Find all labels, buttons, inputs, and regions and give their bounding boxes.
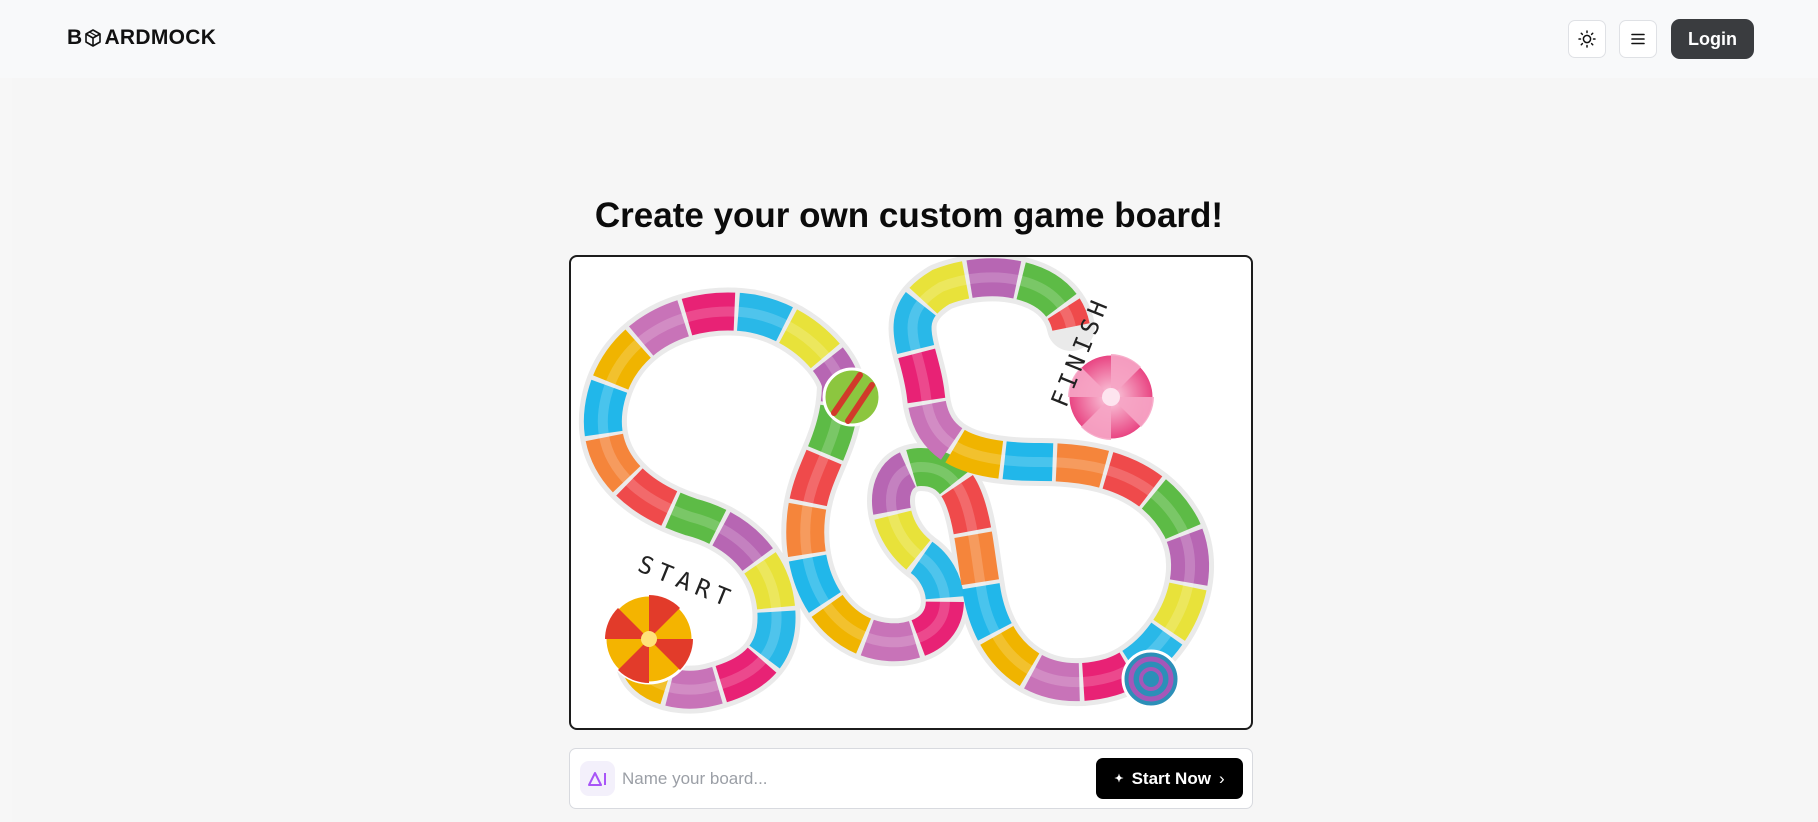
blue-candy xyxy=(1121,649,1181,709)
brand-logo[interactable]: B ARDMOCK xyxy=(67,26,216,50)
start-now-label: Start Now xyxy=(1131,768,1211,788)
sparkle-icon: ✦ xyxy=(1114,773,1124,785)
game-board-preview: START FINISH xyxy=(569,255,1253,730)
board-name-prompt: ✦ Start Now › xyxy=(569,748,1253,809)
menu-button[interactable] xyxy=(1619,20,1657,58)
start-now-button[interactable]: ✦ Start Now › xyxy=(1096,758,1243,799)
game-board-illustration: START FINISH xyxy=(571,257,1251,728)
cube-icon xyxy=(85,29,102,47)
brand-text-start: B xyxy=(67,26,83,49)
page-title: Create your own custom game board! xyxy=(594,196,1224,235)
theme-toggle-button[interactable] xyxy=(1568,20,1606,58)
ai-icon xyxy=(580,761,615,796)
chevron-right-icon: › xyxy=(1218,768,1225,788)
top-navbar: B ARDMOCK Login xyxy=(0,0,1818,78)
green-candy xyxy=(822,367,882,427)
login-button[interactable]: Login xyxy=(1671,19,1754,59)
board-name-input[interactable] xyxy=(622,761,1062,797)
sun-icon xyxy=(1578,30,1596,48)
ai-logo-icon xyxy=(587,771,606,786)
start-candy xyxy=(603,593,695,685)
menu-icon xyxy=(1631,33,1645,45)
brand-text-end: ARDMOCK xyxy=(104,26,217,49)
